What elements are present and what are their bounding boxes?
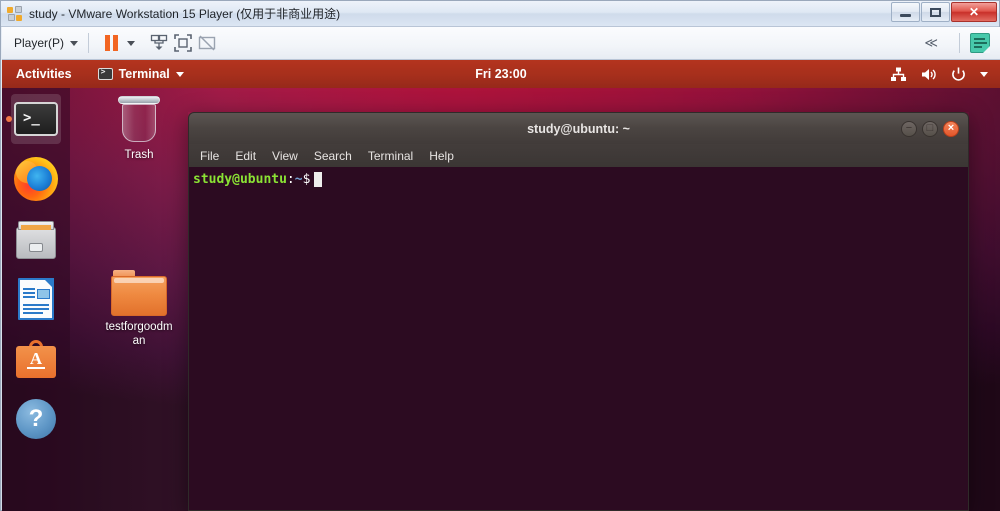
vmware-player-icon	[7, 5, 23, 22]
terminal-icon: >_	[14, 102, 58, 136]
dock-item-help[interactable]: ?	[11, 394, 61, 444]
minimize-button[interactable]	[891, 2, 920, 22]
prompt-separator: :	[286, 172, 295, 187]
terminal-cursor	[314, 172, 323, 187]
terminal-prompt-line: study@ubuntu : ~ $	[193, 171, 968, 188]
enter-fullscreen-button[interactable]	[171, 31, 195, 55]
pause-icon	[104, 35, 118, 51]
unity-mode-icon	[198, 35, 216, 51]
minimize-icon	[900, 13, 911, 17]
chevron-down-icon	[127, 40, 136, 46]
dock-item-files[interactable]	[11, 214, 61, 264]
vmware-toolbar: Player(P) ≪	[2, 27, 1000, 60]
close-button[interactable]: ✕	[951, 2, 997, 22]
dock-item-ubuntu-software[interactable]: A	[11, 334, 61, 384]
terminal-close-button[interactable]: ×	[943, 120, 959, 137]
desktop-icon-folder-label: testforgoodman	[105, 321, 173, 347]
notes-icon[interactable]	[970, 33, 990, 53]
terminal-maximize-button[interactable]: □	[922, 120, 938, 137]
player-menu-button[interactable]: Player(P)	[14, 36, 79, 50]
restore-button[interactable]	[921, 2, 950, 22]
fullscreen-icon	[174, 34, 192, 52]
send-cad-icon	[150, 34, 168, 50]
activities-button[interactable]: Activities	[16, 67, 72, 81]
prompt-path: ~	[294, 172, 303, 187]
terminal-title: study@ubuntu: ~	[527, 121, 630, 136]
help-question-icon: ?	[16, 399, 56, 439]
ubuntu-dock: >_ A ?	[2, 88, 70, 511]
toolbar-divider	[959, 33, 960, 53]
host-window-title: study - VMware Workstation 15 Player (仅用…	[29, 7, 341, 21]
unity-mode-button[interactable]	[195, 31, 219, 55]
collapse-toolbar-button[interactable]: ≪	[924, 35, 938, 51]
desktop-icon-trash-label: Trash	[124, 149, 154, 161]
restore-icon	[930, 7, 941, 17]
network-icon[interactable]	[890, 66, 907, 83]
chevron-down-icon	[175, 71, 184, 77]
ubuntu-topbar: Activities Terminal Fri 23:00	[2, 60, 1000, 88]
menu-search[interactable]: Search	[314, 149, 352, 163]
toolbar-right-group: ≪	[924, 33, 990, 53]
app-menu-button[interactable]: Terminal	[97, 67, 184, 81]
system-menu-caret-icon[interactable]	[980, 71, 988, 77]
terminal-menubar: File Edit View Search Terminal Help	[188, 144, 969, 167]
send-ctrl-alt-del-button[interactable]	[147, 31, 171, 55]
menu-terminal[interactable]: Terminal	[368, 149, 413, 163]
menu-edit[interactable]: Edit	[235, 149, 256, 163]
folder-icon	[111, 270, 167, 316]
terminal-output-area[interactable]: study@ubuntu : ~ $	[188, 167, 969, 511]
terminal-window: study@ubuntu: ~ − □ × File Edit View Sea…	[188, 112, 969, 511]
dock-item-firefox[interactable]	[11, 154, 61, 204]
pause-button[interactable]	[99, 31, 123, 55]
volume-icon[interactable]	[920, 66, 937, 83]
terminal-icon	[97, 67, 113, 80]
prompt-sigil: $	[302, 172, 311, 187]
terminal-window-buttons: − □ ×	[901, 120, 959, 137]
menu-help[interactable]: Help	[429, 149, 454, 163]
system-tray	[890, 66, 988, 83]
desktop-icon-folder[interactable]: testforgoodman	[93, 270, 185, 348]
document-icon	[18, 278, 54, 320]
desktop-icon-trash[interactable]: Trash	[93, 96, 185, 162]
power-icon[interactable]	[950, 66, 967, 83]
guest-screen: Activities Terminal Fri 23:00	[2, 60, 1000, 511]
vmware-player-window: study - VMware Workstation 15 Player (仅用…	[0, 0, 1000, 511]
menu-file[interactable]: File	[200, 149, 219, 163]
clock[interactable]: Fri 23:00	[475, 67, 526, 81]
screenshot-root: study - VMware Workstation 15 Player (仅用…	[0, 0, 1000, 511]
host-window-buttons: ✕	[890, 2, 997, 22]
trash-icon	[117, 96, 161, 144]
files-cabinet-icon	[16, 219, 56, 259]
dock-item-terminal[interactable]: >_	[11, 94, 61, 144]
host-window-titlebar[interactable]: study - VMware Workstation 15 Player (仅用…	[1, 1, 999, 27]
prompt-user-host: study@ubuntu	[193, 172, 287, 187]
software-bag-icon: A	[16, 340, 56, 378]
pause-dropdown[interactable]	[123, 31, 139, 55]
chevron-down-icon	[70, 40, 79, 46]
menu-view[interactable]: View	[272, 149, 298, 163]
app-menu-label: Terminal	[118, 67, 170, 81]
terminal-minimize-button[interactable]: −	[901, 120, 917, 137]
toolbar-divider	[88, 33, 90, 53]
terminal-titlebar[interactable]: study@ubuntu: ~ − □ ×	[188, 112, 969, 144]
player-menu-label: Player(P)	[14, 36, 65, 50]
firefox-icon	[14, 157, 58, 201]
dock-item-libreoffice-writer[interactable]	[11, 274, 61, 324]
